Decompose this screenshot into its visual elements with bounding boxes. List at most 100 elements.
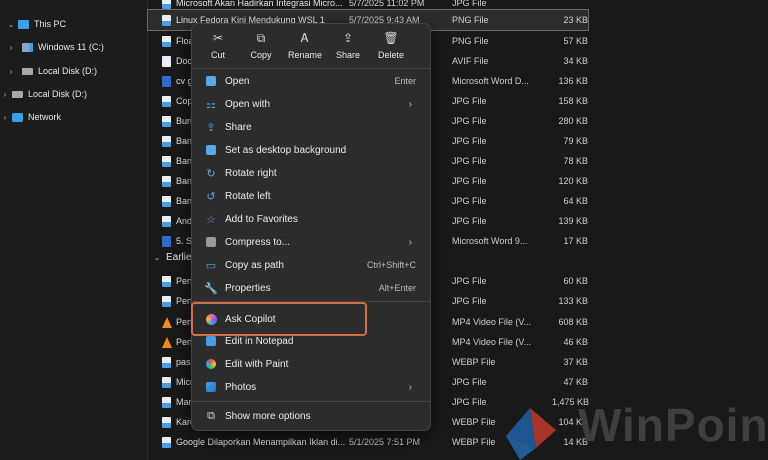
rotate-left-icon: ↺ [206, 190, 216, 203]
file-type: PNG File [452, 36, 489, 46]
menu-item-label: Open with [225, 98, 271, 110]
menu-item-label: Open [225, 75, 250, 87]
group-header-earlier[interactable]: ⌄ Earlier [152, 252, 195, 263]
file-size: 158 KB [558, 96, 588, 106]
image-file-icon [162, 135, 171, 147]
context-menu: ✂ Cut ⧉ Copy Ꭺ Rename ⇪ Share 🗑 Delete O… [191, 23, 431, 431]
menu-item-shortcut: Ctrl+Shift+C [366, 260, 416, 270]
file-type: MP4 Video File (V... [452, 337, 532, 347]
chevron-down-icon[interactable]: ⌄ [6, 20, 16, 29]
video-file-icon [162, 316, 172, 328]
menu-item-share[interactable]: ⇪ Share [196, 116, 426, 138]
menu-item-copy-as-path[interactable]: ▭ Copy as path Ctrl+Shift+C [196, 254, 426, 276]
image-file-icon [162, 275, 171, 287]
menu-item-label: Ask Copilot [225, 313, 276, 325]
file-type: JPG File [452, 116, 487, 126]
watermark-text: WinPoin [578, 399, 768, 451]
star-icon: ☆ [206, 213, 216, 226]
word-file-icon [162, 75, 171, 87]
image-file-icon [162, 416, 171, 428]
nav-label: Local Disk (D:) [38, 66, 98, 76]
file-size: 34 KB [563, 56, 588, 66]
menu-item-show-more-options[interactable]: ⧉ Show more options [196, 405, 426, 427]
chevron-right-icon[interactable]: › [0, 113, 10, 122]
menu-item-label: Rotate left [225, 190, 271, 202]
cut-label: Cut [210, 50, 225, 60]
share-quick-button[interactable]: ⇪ Share [327, 28, 369, 64]
pc-icon [18, 19, 29, 29]
navigation-pane: ⌄ This PC › Windows 11 (C:) › Local Disk… [0, 0, 148, 460]
menu-item-label: Edit with Paint [225, 358, 289, 370]
copy-label: Copy [250, 50, 272, 60]
rename-icon: Ꭺ [300, 30, 310, 45]
chevron-right-icon: › [408, 381, 412, 393]
quick-actions-bar: ✂ Cut ⧉ Copy Ꭺ Rename ⇪ Share 🗑 Delete [192, 24, 432, 66]
more-options-icon: ⧉ [207, 409, 215, 422]
network-icon [12, 112, 23, 122]
chevron-right-icon[interactable]: › [6, 43, 16, 52]
file-type: JPG File [452, 96, 487, 106]
share-label: Share [335, 50, 361, 60]
nav-item-local-disk-d[interactable]: › Local Disk (D:) [6, 62, 97, 80]
chevron-right-icon: › [408, 236, 412, 248]
menu-item-rotate-left[interactable]: ↺ Rotate left [196, 185, 426, 207]
menu-divider [192, 68, 430, 69]
file-type: MP4 Video File (V... [452, 317, 532, 327]
cut-button[interactable]: ✂ Cut [197, 28, 239, 64]
file-type: JPG File [452, 276, 487, 286]
file-size: 139 KB [558, 216, 588, 226]
menu-item-compress-to[interactable]: Compress to... › [196, 231, 426, 253]
image-file-icon [162, 14, 171, 26]
copilot-icon [205, 313, 217, 325]
copy-button[interactable]: ⧉ Copy [240, 28, 282, 64]
nav-item-network[interactable]: › Network [0, 108, 61, 126]
delete-label: Delete [377, 50, 404, 60]
desktop-background-icon [205, 144, 217, 156]
menu-item-rotate-right[interactable]: ↻ Rotate right [196, 162, 426, 184]
document-file-icon [162, 55, 171, 67]
delete-button[interactable]: 🗑 Delete [370, 28, 412, 64]
image-file-icon [162, 195, 171, 207]
menu-item-edit-with-paint[interactable]: Edit with Paint [196, 353, 426, 375]
properties-icon: 🔧 [204, 282, 218, 295]
menu-item-set-desktop-background[interactable]: Set as desktop background [196, 139, 426, 161]
menu-item-open[interactable]: Open Enter [196, 70, 426, 92]
image-file-icon [162, 175, 171, 187]
file-type: JPG File [452, 0, 487, 8]
chevron-right-icon[interactable]: › [6, 67, 16, 76]
menu-item-edit-in-notepad[interactable]: Edit in Notepad [196, 330, 426, 352]
chevron-right-icon: › [408, 98, 412, 110]
file-size: 46 KB [563, 337, 588, 347]
rename-button[interactable]: Ꭺ Rename [284, 28, 326, 64]
menu-item-shortcut: Alt+Enter [378, 283, 416, 293]
nav-item-windows-drive[interactable]: › Windows 11 (C:) [6, 38, 104, 56]
menu-item-properties[interactable]: 🔧 Properties Alt+Enter [196, 277, 426, 299]
file-size: 79 KB [563, 136, 588, 146]
menu-item-open-with[interactable]: ⚏ Open with › [196, 93, 426, 115]
paint-icon [205, 358, 217, 370]
nav-item-local-disk-d-2[interactable]: › Local Disk (D:) [0, 85, 87, 103]
menu-item-add-to-favorites[interactable]: ☆ Add to Favorites [196, 208, 426, 230]
winpoin-watermark: WinPoin [500, 388, 768, 460]
image-file-icon [162, 115, 171, 127]
menu-item-photos[interactable]: Photos › [196, 376, 426, 398]
share-icon: ⇪ [206, 121, 216, 134]
menu-item-label: Rotate right [225, 167, 277, 179]
nav-label: Windows 11 (C:) [38, 42, 104, 52]
image-file-icon [162, 35, 171, 47]
windows-drive-icon [22, 42, 33, 52]
chevron-down-icon[interactable]: ⌄ [152, 253, 162, 262]
file-type: Microsoft Word D... [452, 76, 529, 86]
image-file-icon [162, 155, 171, 167]
file-name: Microsoft Akan Hadirkan Integrasi Micro.… [176, 0, 343, 8]
file-size: 120 KB [558, 176, 588, 186]
copy-icon: ⧉ [256, 30, 266, 45]
nav-item-this-pc[interactable]: ⌄ This PC [6, 15, 66, 33]
open-icon [205, 75, 217, 87]
file-size: 133 KB [558, 296, 588, 306]
chevron-right-icon[interactable]: › [0, 90, 10, 99]
image-file-icon [162, 215, 171, 227]
file-size: 47 KB [563, 377, 588, 387]
rotate-right-icon: ↻ [206, 167, 216, 180]
menu-item-label: Photos [225, 381, 257, 393]
